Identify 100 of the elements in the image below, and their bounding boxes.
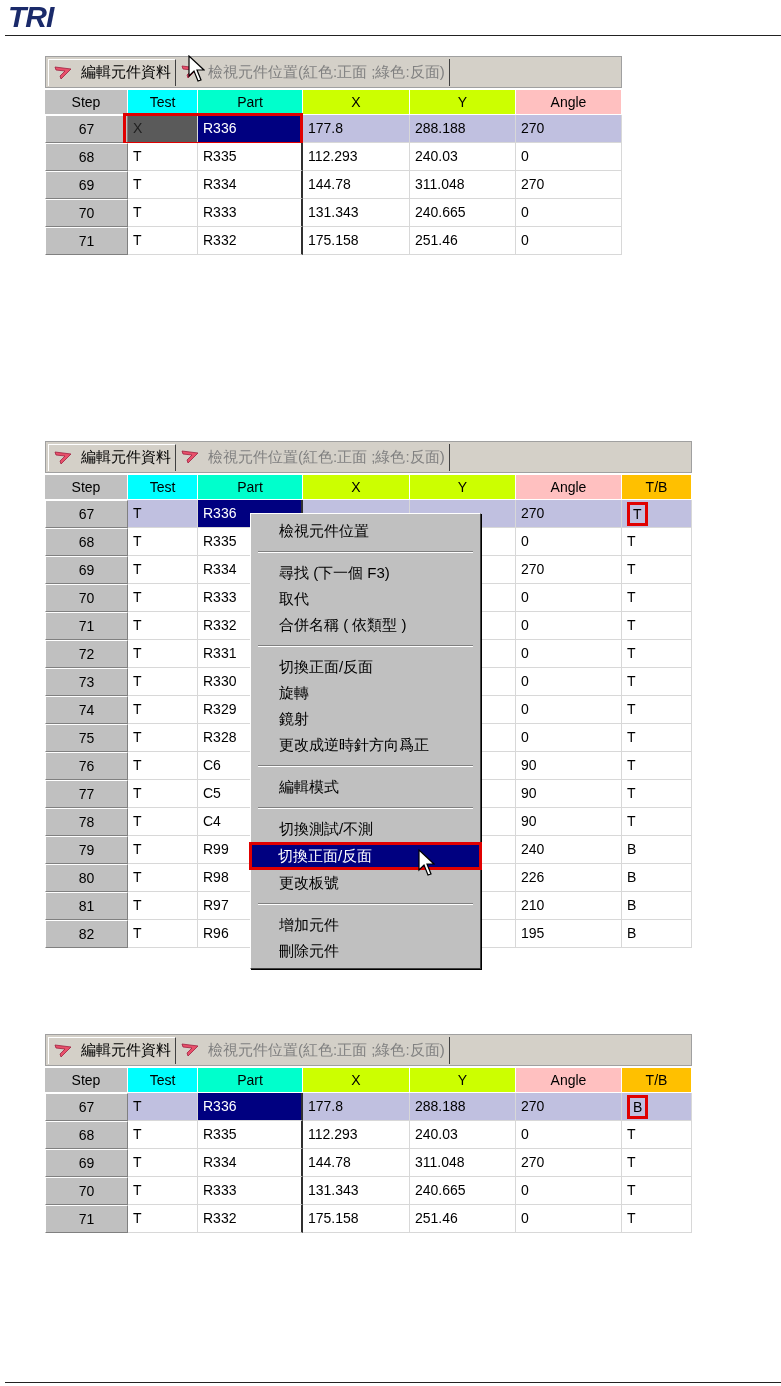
column-header: Angle — [516, 475, 622, 500]
table-cell: B — [622, 836, 692, 864]
table-cell: 78 — [45, 808, 128, 836]
table-cell: B — [622, 864, 692, 892]
table-cell: B — [622, 892, 692, 920]
table-cell: R336 — [198, 1093, 303, 1121]
table-cell: 270 — [516, 1093, 622, 1121]
table-cell: 70 — [45, 584, 128, 612]
tab[interactable]: 編輯元件資料 — [48, 58, 176, 86]
table-cell: R334 — [198, 1149, 303, 1177]
table-cell: 68 — [45, 528, 128, 556]
table-cell: T — [622, 612, 692, 640]
table-cell: 240.665 — [410, 199, 516, 227]
table-cell: 71 — [45, 227, 128, 255]
table-cell: T — [128, 556, 198, 584]
table-cell: 0 — [516, 696, 622, 724]
table-cell: 270 — [516, 556, 622, 584]
table-cell: 177.8 — [303, 115, 410, 143]
table-cell: 0 — [516, 612, 622, 640]
table-cell: 69 — [45, 1149, 128, 1177]
table-cell: 90 — [516, 780, 622, 808]
table-cell: 311.048 — [410, 171, 516, 199]
table-cell: B — [622, 920, 692, 948]
column-header: Part — [198, 475, 303, 500]
table-cell: 144.78 — [303, 1149, 410, 1177]
table-cell: T — [128, 227, 198, 255]
column-header: Test — [128, 475, 198, 500]
tab[interactable]: 編輯元件資料 — [48, 443, 176, 471]
table-cell: T — [622, 752, 692, 780]
table-cell: 112.293 — [303, 143, 410, 171]
table-cell: T — [128, 612, 198, 640]
table-cell: T — [622, 696, 692, 724]
column-header: Step — [45, 1068, 128, 1093]
column-header: Angle — [516, 90, 622, 115]
table-cell: 175.158 — [303, 227, 410, 255]
table-cell: 0 — [516, 724, 622, 752]
tab[interactable]: 編輯元件資料 — [48, 1036, 176, 1064]
table-cell: T — [622, 808, 692, 836]
table-cell: 195 — [516, 920, 622, 948]
table-cell: 131.343 — [303, 199, 410, 227]
logo: TRI — [8, 0, 54, 33]
table-cell: R332 — [198, 1205, 303, 1233]
table-cell: T — [128, 640, 198, 668]
table-cell: 90 — [516, 808, 622, 836]
table-cell: 0 — [516, 528, 622, 556]
table-cell: 131.343 — [303, 1177, 410, 1205]
table-cell: T — [128, 864, 198, 892]
table-cell: 0 — [516, 143, 622, 171]
table-cell: T — [128, 171, 198, 199]
table-cell: 69 — [45, 171, 128, 199]
table-cell: 270 — [516, 1149, 622, 1177]
table-cell: 311.048 — [410, 1149, 516, 1177]
column-header: X — [303, 90, 410, 115]
table-cell: T — [622, 528, 692, 556]
table-cell: T — [128, 500, 198, 528]
table-cell: T — [128, 1177, 198, 1205]
table-cell: 270 — [516, 500, 622, 528]
table-cell: 74 — [45, 696, 128, 724]
column-header: T/B — [622, 1068, 692, 1093]
table-cell: R333 — [198, 1177, 303, 1205]
table-cell: 144.78 — [303, 171, 410, 199]
table-cell: 69 — [45, 556, 128, 584]
table-cell: 251.46 — [410, 227, 516, 255]
table-cell: 270 — [516, 171, 622, 199]
table-cell: T — [622, 1177, 692, 1205]
column-header: X — [303, 475, 410, 500]
table-cell: R333 — [198, 199, 303, 227]
table-cell: 73 — [45, 668, 128, 696]
table-cell: 79 — [45, 836, 128, 864]
table-cell: T — [622, 556, 692, 584]
column-header: Step — [45, 90, 128, 115]
highlight-frame: B — [627, 1094, 649, 1119]
table-cell: 240.03 — [410, 1121, 516, 1149]
table-cell: T — [128, 1205, 198, 1233]
table-cell: 82 — [45, 920, 128, 948]
table-cell: R335 — [198, 143, 303, 171]
table-cell: 177.8 — [303, 1093, 410, 1121]
table-cell: T — [128, 584, 198, 612]
table-cell: R335 — [198, 1121, 303, 1149]
table-cell: T — [128, 892, 198, 920]
table-cell: R332 — [198, 227, 303, 255]
table-cell: T — [128, 1121, 198, 1149]
column-header: Y — [410, 1068, 516, 1093]
table-cell: T — [622, 1205, 692, 1233]
table-cell: T — [128, 920, 198, 948]
table-cell: 240.665 — [410, 1177, 516, 1205]
table-cell: X — [128, 115, 198, 143]
column-header: T/B — [622, 475, 692, 500]
table-cell: T — [622, 1149, 692, 1177]
table-cell: 68 — [45, 143, 128, 171]
table-cell: 0 — [516, 199, 622, 227]
table-cell: 70 — [45, 1177, 128, 1205]
table-cell: 288.188 — [410, 115, 516, 143]
table-cell: 270 — [516, 115, 622, 143]
table-cell: 0 — [516, 640, 622, 668]
table-cell: 251.46 — [410, 1205, 516, 1233]
table-cell: 67 — [45, 1093, 128, 1121]
table-cell: T — [622, 584, 692, 612]
table-cell: 0 — [516, 584, 622, 612]
table-cell: 72 — [45, 640, 128, 668]
